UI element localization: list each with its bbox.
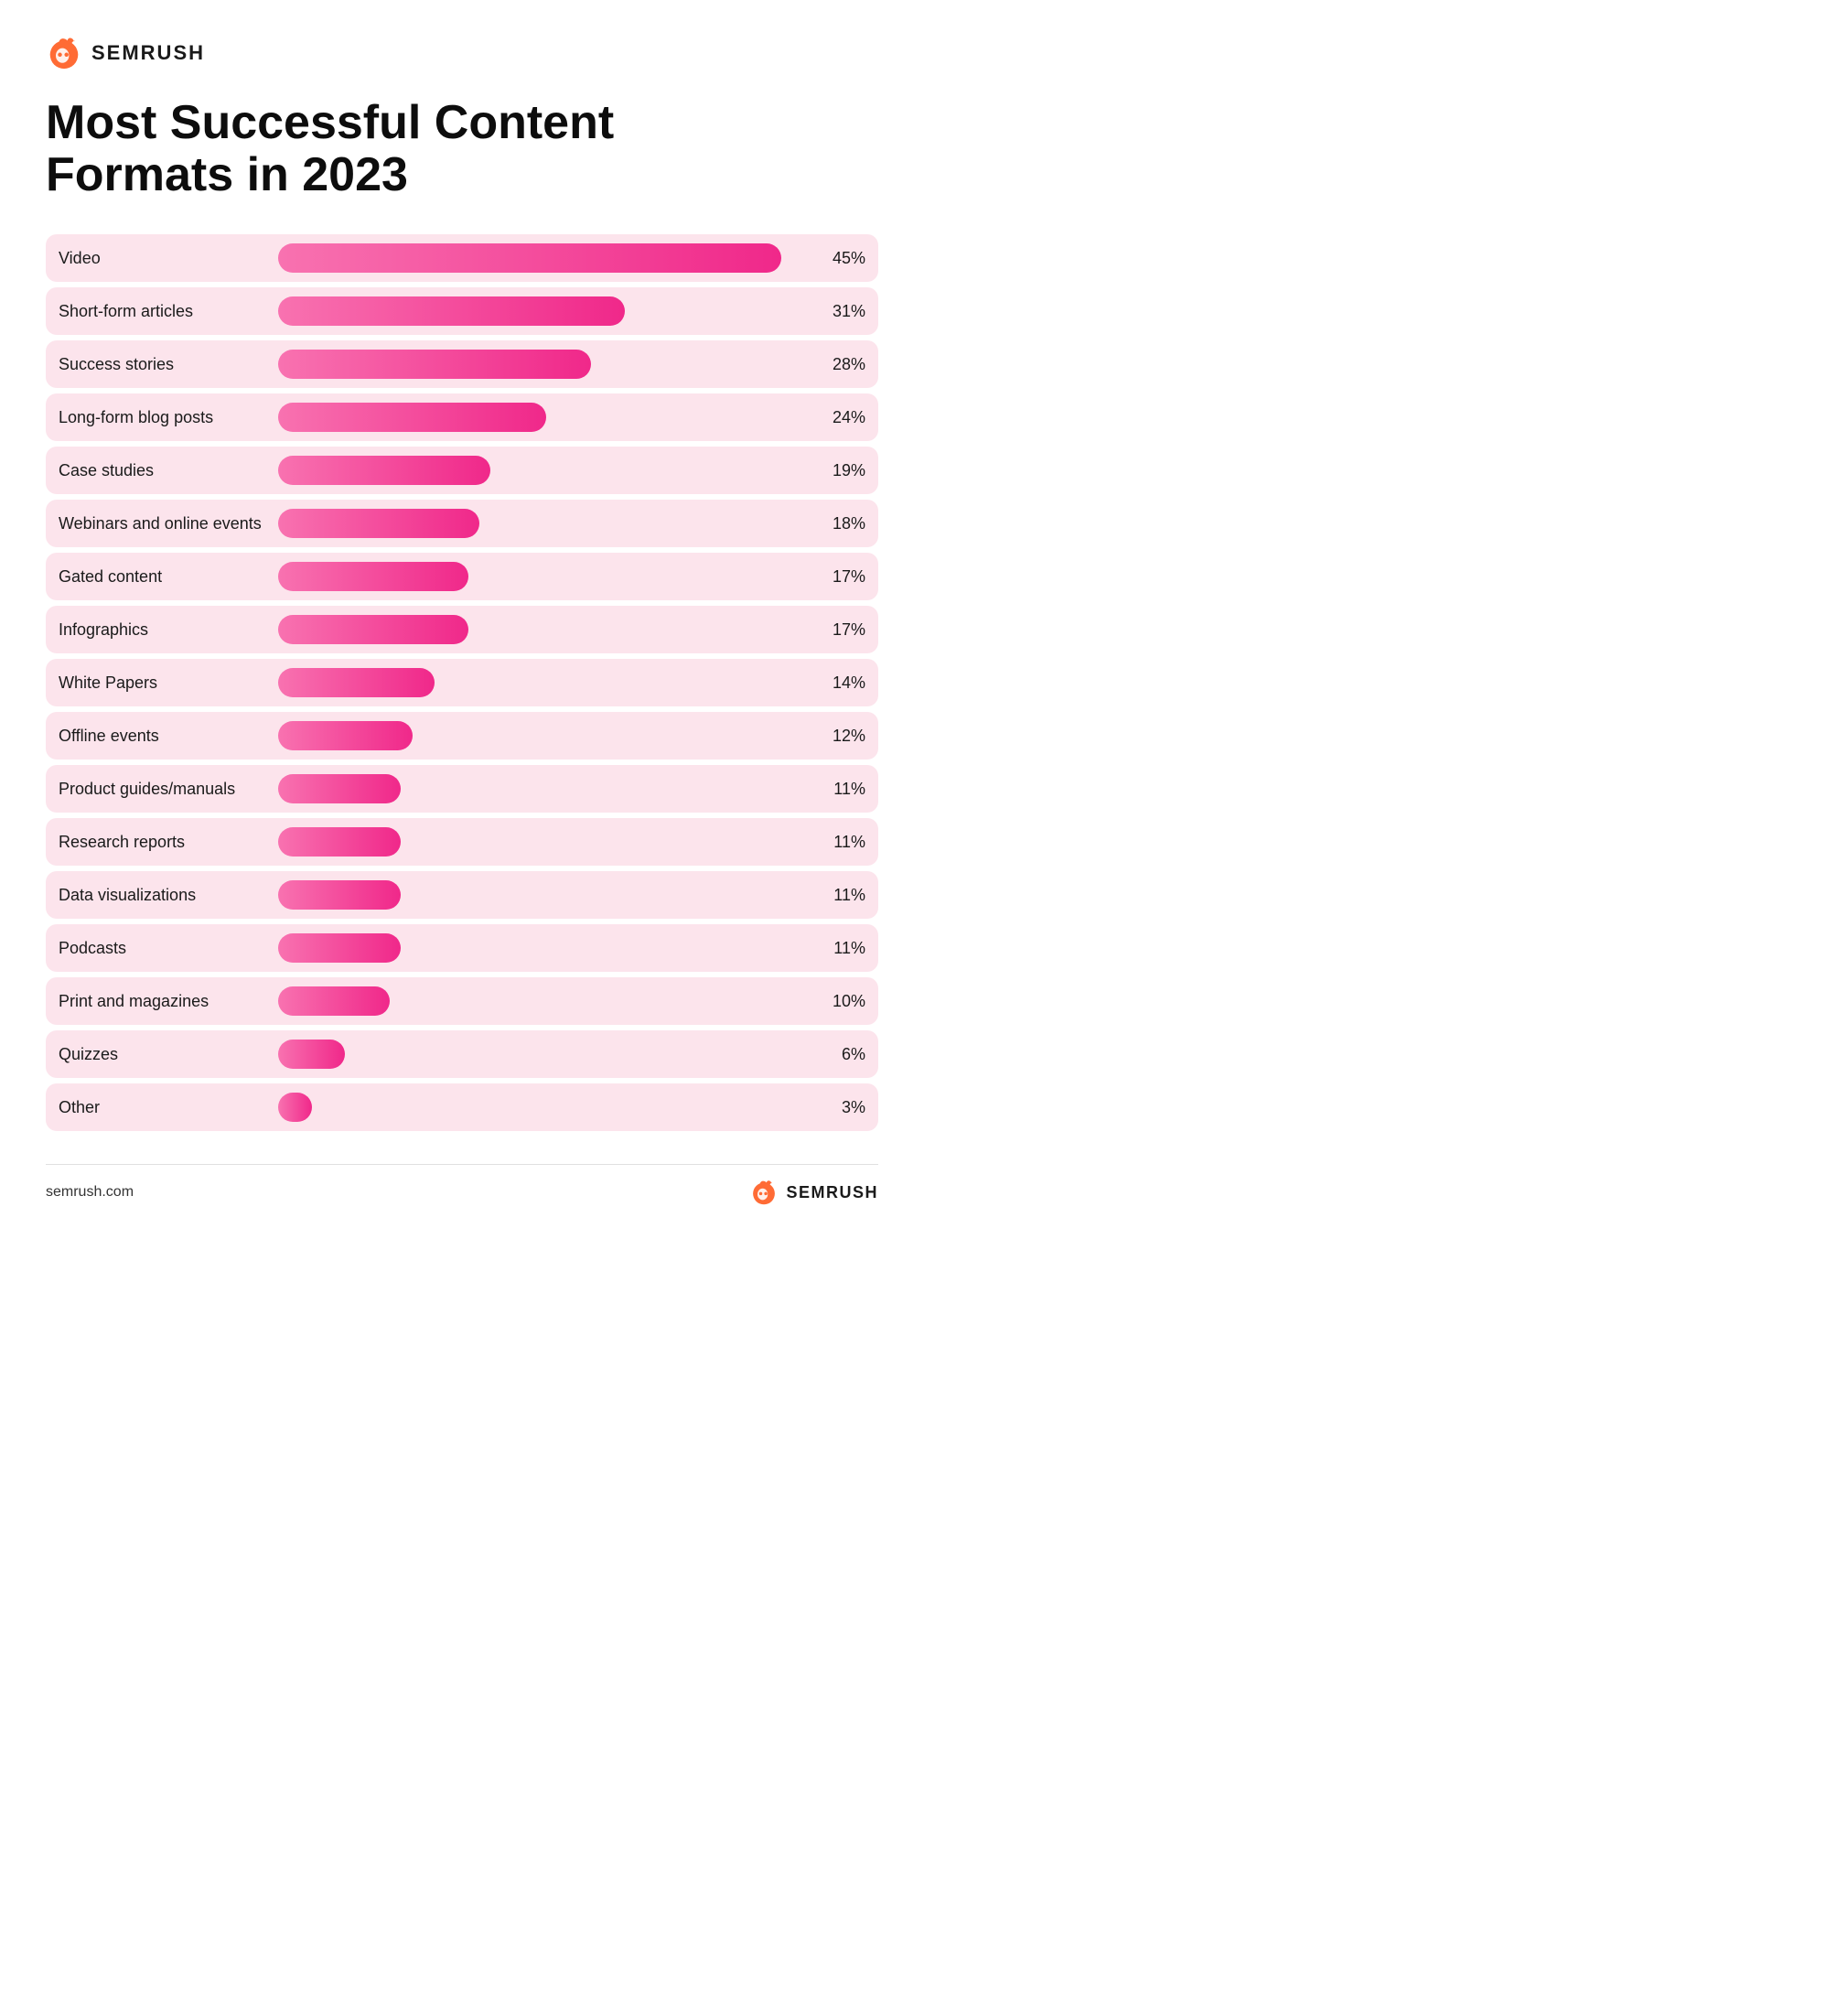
chart-row: Infographics 17% — [46, 606, 878, 653]
row-value: 11% — [820, 780, 865, 799]
title-line2: Formats in 2023 — [46, 148, 408, 201]
row-label: Long-form blog posts — [59, 408, 278, 427]
chart-row: White Papers 14% — [46, 659, 878, 706]
chart-row: Podcasts 11% — [46, 924, 878, 972]
row-value: 11% — [820, 886, 865, 905]
bar — [278, 243, 781, 273]
chart-row: Video 45% — [46, 234, 878, 282]
page-wrapper: SEMRUSH Most Successful Content Formats … — [0, 0, 924, 1260]
row-label: Infographics — [59, 620, 278, 640]
chart-row: Offline events 12% — [46, 712, 878, 760]
row-value: 18% — [820, 514, 865, 533]
bar-area — [278, 456, 820, 485]
bar-area — [278, 1093, 820, 1122]
row-label: Quizzes — [59, 1045, 278, 1064]
row-label: Print and magazines — [59, 992, 278, 1011]
footer-logo-text: SEMRUSH — [786, 1183, 878, 1202]
semrush-logo-text: SEMRUSH — [91, 41, 205, 65]
row-label: Data visualizations — [59, 886, 278, 905]
bar — [278, 986, 390, 1016]
bar-area — [278, 243, 820, 273]
bar — [278, 456, 490, 485]
row-value: 19% — [820, 461, 865, 480]
row-label: Short-form articles — [59, 302, 278, 321]
bar-area — [278, 350, 820, 379]
bar-area — [278, 986, 820, 1016]
bar — [278, 403, 546, 432]
row-value: 14% — [820, 673, 865, 693]
bar — [278, 1093, 312, 1122]
bar — [278, 1040, 345, 1069]
chart-row: Quizzes 6% — [46, 1030, 878, 1078]
row-value: 12% — [820, 727, 865, 746]
chart-row: Product guides/manuals 11% — [46, 765, 878, 813]
chart-row: Short-form articles 31% — [46, 287, 878, 335]
bar — [278, 350, 591, 379]
bar — [278, 296, 625, 326]
row-value: 31% — [820, 302, 865, 321]
semrush-logo-icon — [46, 37, 82, 70]
chart-row: Print and magazines 10% — [46, 977, 878, 1025]
chart-row: Research reports 11% — [46, 818, 878, 866]
header: SEMRUSH — [46, 37, 878, 70]
row-label: Other — [59, 1098, 278, 1117]
bar-area — [278, 562, 820, 591]
chart-row: Long-form blog posts 24% — [46, 393, 878, 441]
chart-title: Most Successful Content Formats in 2023 — [46, 97, 878, 201]
bar-area — [278, 827, 820, 857]
row-value: 6% — [820, 1045, 865, 1064]
bar-area — [278, 880, 820, 910]
bar-area — [278, 615, 820, 644]
chart-row: Data visualizations 11% — [46, 871, 878, 919]
row-label: Product guides/manuals — [59, 780, 278, 799]
chart-row: Case studies 19% — [46, 447, 878, 494]
row-value: 3% — [820, 1098, 865, 1117]
bar-area — [278, 1040, 820, 1069]
bar-area — [278, 509, 820, 538]
bar — [278, 562, 468, 591]
row-value: 11% — [820, 833, 865, 852]
row-label: Video — [59, 249, 278, 268]
row-value: 11% — [820, 939, 865, 958]
chart-row: Webinars and online events 18% — [46, 500, 878, 547]
bar — [278, 668, 435, 697]
bar-area — [278, 774, 820, 803]
bar — [278, 933, 401, 963]
bar — [278, 774, 401, 803]
bar — [278, 615, 468, 644]
bar — [278, 880, 401, 910]
footer-url: semrush.com — [46, 1184, 134, 1201]
chart-container: Video 45% Short-form articles 31% Success st… — [46, 234, 878, 1137]
row-label: Research reports — [59, 833, 278, 852]
row-label: Success stories — [59, 355, 278, 374]
row-value: 45% — [820, 249, 865, 268]
footer: semrush.com SEMRUSH — [46, 1164, 878, 1205]
footer-logo: SEMRUSH — [749, 1180, 878, 1205]
footer-logo-icon — [749, 1180, 779, 1205]
row-value: 17% — [820, 620, 865, 640]
bar-area — [278, 721, 820, 750]
row-value: 17% — [820, 567, 865, 587]
bar-area — [278, 933, 820, 963]
row-value: 24% — [820, 408, 865, 427]
bar-area — [278, 296, 820, 326]
row-value: 28% — [820, 355, 865, 374]
row-value: 10% — [820, 992, 865, 1011]
row-label: Offline events — [59, 727, 278, 746]
row-label: White Papers — [59, 673, 278, 693]
chart-row: Gated content 17% — [46, 553, 878, 600]
chart-row: Other 3% — [46, 1083, 878, 1131]
row-label: Podcasts — [59, 939, 278, 958]
row-label: Webinars and online events — [59, 514, 278, 533]
bar-area — [278, 403, 820, 432]
bar — [278, 509, 479, 538]
title-line1: Most Successful Content — [46, 96, 614, 149]
chart-row: Success stories 28% — [46, 340, 878, 388]
row-label: Case studies — [59, 461, 278, 480]
bar — [278, 827, 401, 857]
bar — [278, 721, 413, 750]
bar-area — [278, 668, 820, 697]
row-label: Gated content — [59, 567, 278, 587]
